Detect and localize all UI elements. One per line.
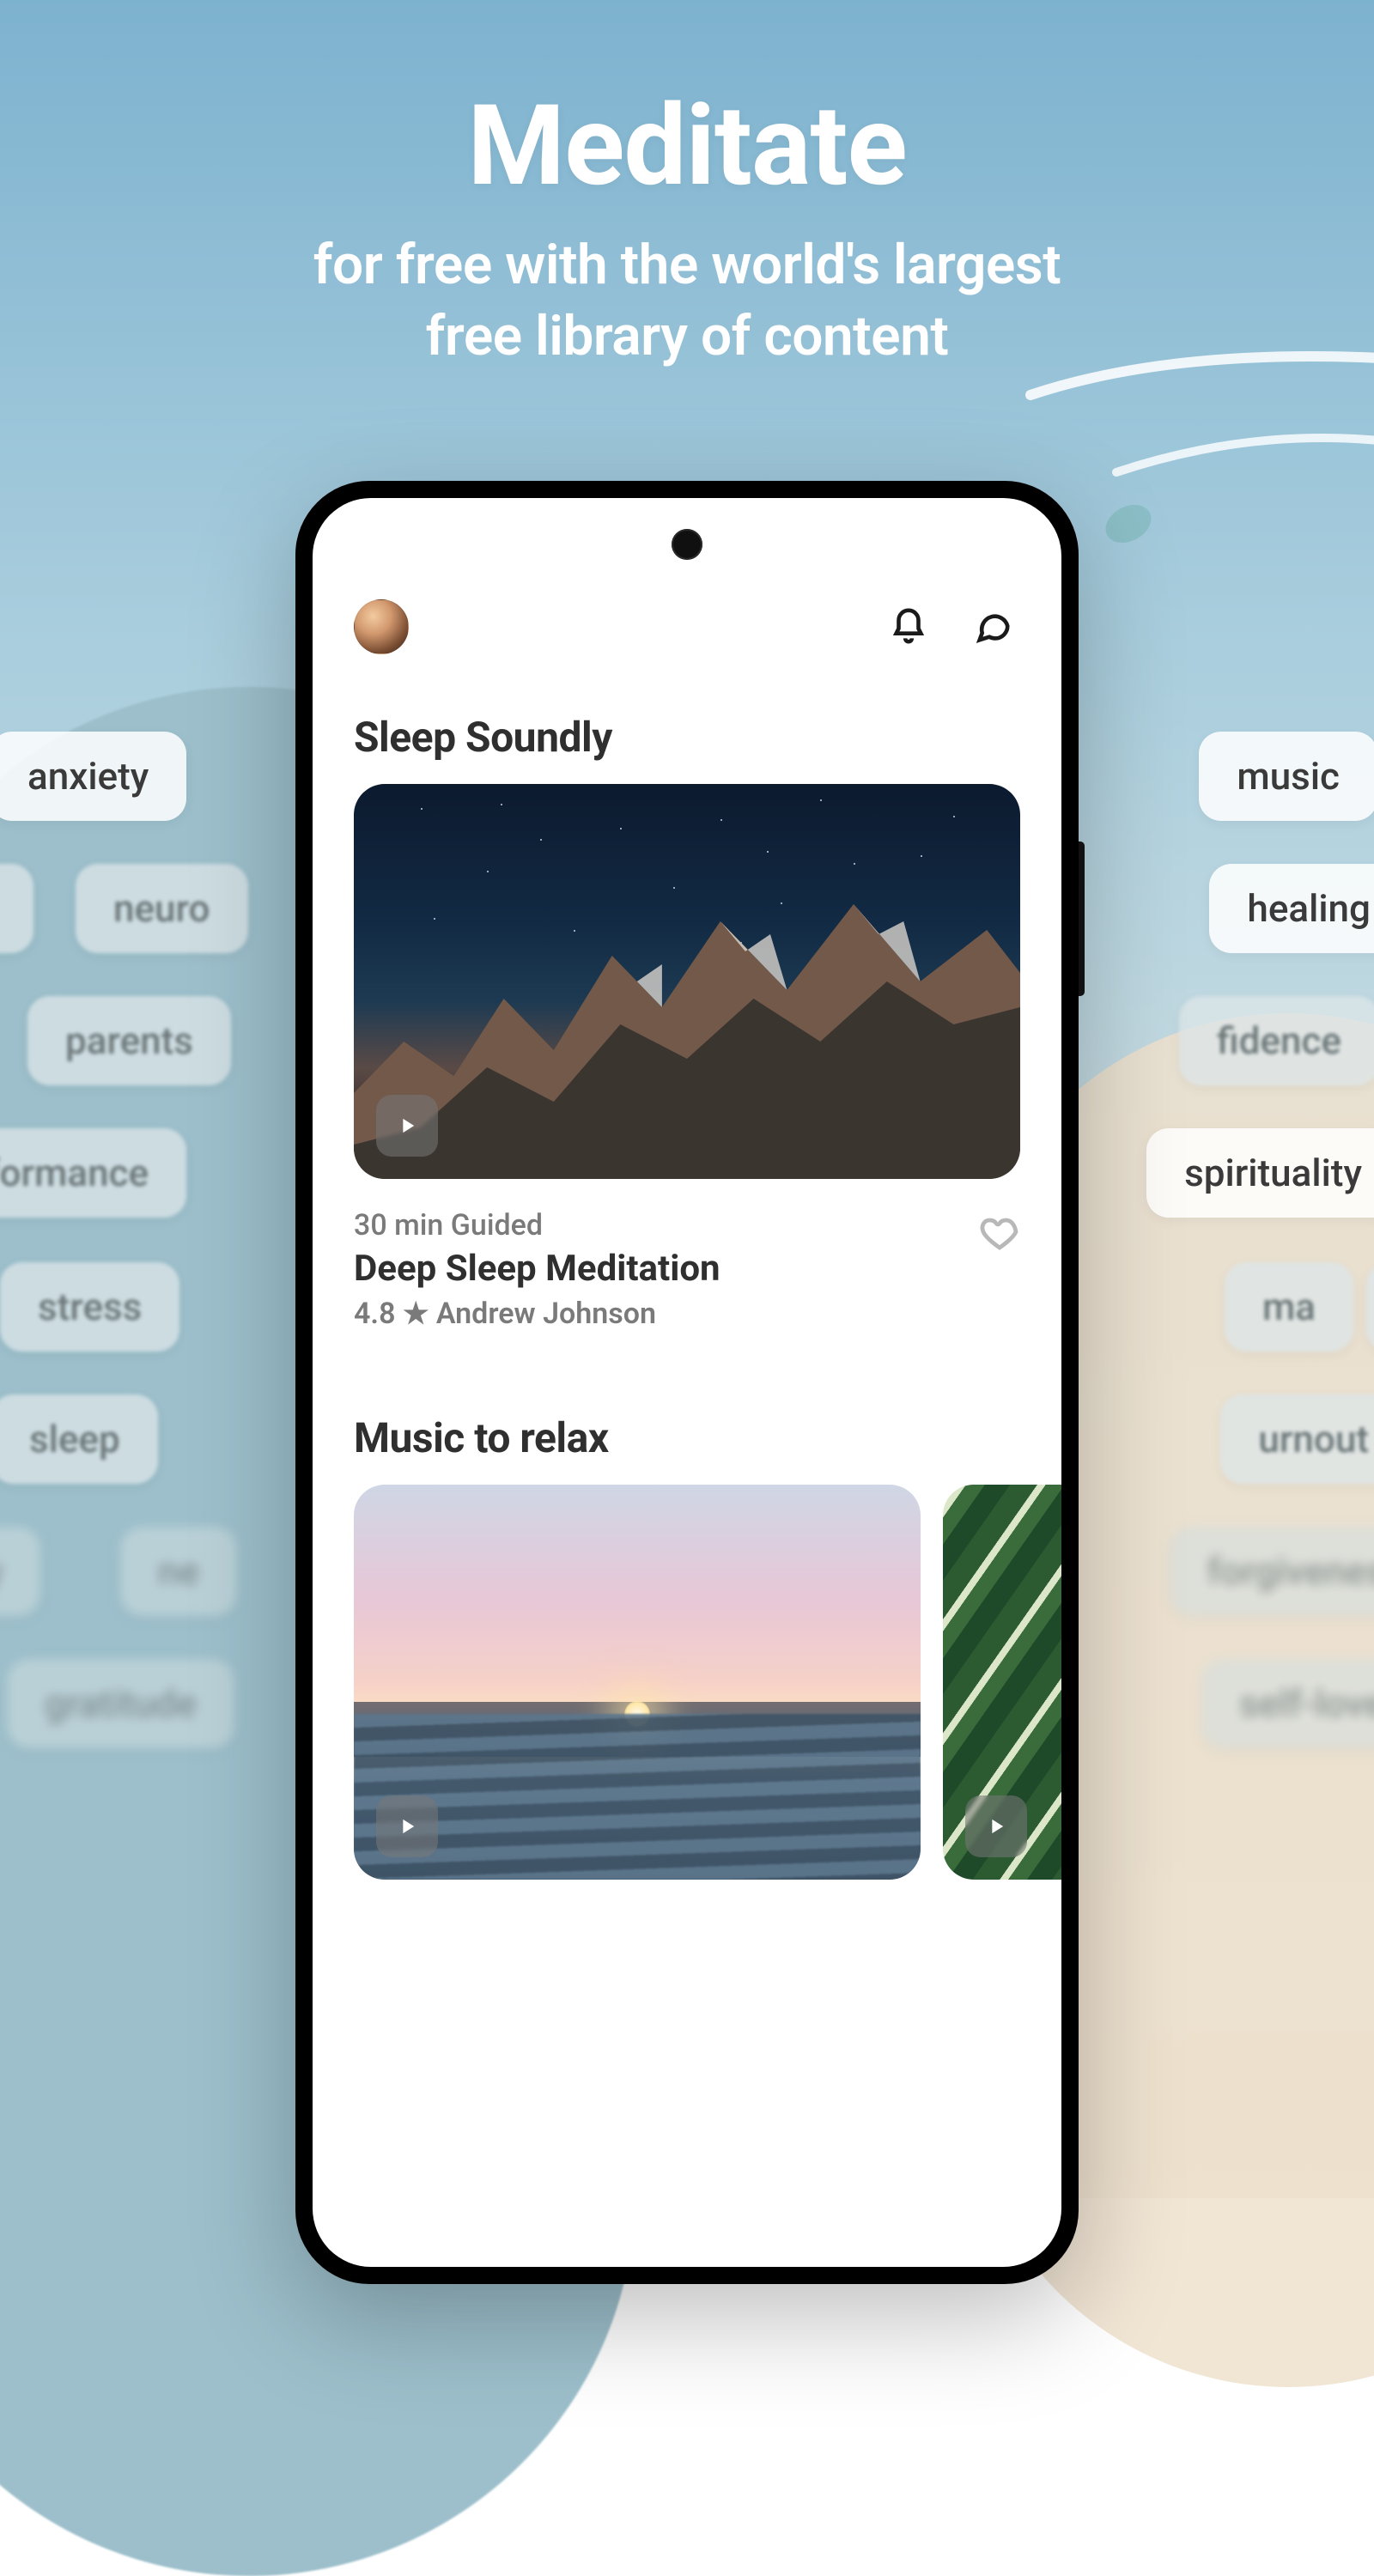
hero-duration: 30 min Guided xyxy=(354,1208,979,1242)
marketing-subtitle-line1: for free with the world's largest xyxy=(313,233,1061,297)
messages-button[interactable] xyxy=(965,599,1020,654)
hero-rating: 4.8 xyxy=(354,1297,396,1331)
notifications-button[interactable] xyxy=(881,599,936,654)
bg-tag-new: ne xyxy=(120,1527,237,1616)
chat-icon xyxy=(973,607,1012,647)
section-title-music: Music to relax xyxy=(354,1413,1020,1462)
bg-tag-s: s xyxy=(0,864,33,953)
play-icon xyxy=(395,1114,419,1138)
play-button[interactable] xyxy=(965,1795,1027,1857)
favorite-button[interactable] xyxy=(979,1212,1020,1253)
bg-tag-ity: ity xyxy=(0,1527,40,1616)
phone-frame: Sleep Soundly 30 xyxy=(295,481,1079,2284)
bg-tag-ma: ma xyxy=(1225,1262,1353,1352)
play-button[interactable] xyxy=(376,1095,438,1157)
bg-tag-anxiety: anxiety xyxy=(0,732,186,821)
music-card-1[interactable] xyxy=(354,1485,921,1880)
marketing-headline: Meditate for free with the world's large… xyxy=(0,90,1374,372)
marketing-subtitle-line2: free library of content xyxy=(426,304,949,368)
marketing-title: Meditate xyxy=(0,90,1374,202)
play-icon xyxy=(984,1814,1008,1838)
mountain-illustration xyxy=(354,784,1020,1179)
heart-icon xyxy=(979,1212,1020,1253)
waves-decoration xyxy=(354,1714,921,1880)
profile-avatar[interactable] xyxy=(354,599,409,654)
bg-tag-spirituality: spirituality xyxy=(1146,1128,1374,1218)
bg-tag-healing: healing xyxy=(1209,864,1374,953)
bg-tag-gratitude: gratitude xyxy=(7,1659,234,1748)
play-icon xyxy=(395,1814,419,1838)
section-title-sleep: Sleep Soundly xyxy=(354,713,1020,762)
bell-icon xyxy=(889,607,928,647)
music-card-2[interactable] xyxy=(943,1485,1061,1880)
hero-meta: 30 min Guided Deep Sleep Meditation 4.8 … xyxy=(354,1208,1020,1331)
bg-tag-music: music xyxy=(1199,732,1374,821)
hero-byline: 4.8 ★ Andrew Johnson xyxy=(354,1297,979,1331)
bg-tag-selflove: self-love xyxy=(1201,1659,1374,1748)
bg-tag-forgiveness: forgiveness xyxy=(1170,1527,1374,1616)
bg-tag-confidence: fidence xyxy=(1179,996,1374,1085)
bg-tag-sleep: sleep xyxy=(0,1394,158,1484)
bg-tag-neuro: neuro xyxy=(76,864,248,953)
bg-tag-stress: stress xyxy=(0,1262,179,1352)
camera-dot xyxy=(672,529,702,560)
phone-screen: Sleep Soundly 30 xyxy=(313,498,1061,2267)
bg-tag-burnout: urnout xyxy=(1220,1394,1374,1484)
app-topbar xyxy=(354,592,1020,661)
hero-author: Andrew Johnson xyxy=(436,1297,656,1331)
hero-title: Deep Sleep Meditation xyxy=(354,1248,979,1290)
play-button[interactable] xyxy=(376,1795,438,1857)
app-root: Sleep Soundly 30 xyxy=(313,498,1061,2267)
bg-tag-performance: formance xyxy=(0,1128,186,1218)
bg-tag-parents: parents xyxy=(27,996,231,1085)
bg-tag-cha: cha xyxy=(1366,1262,1374,1352)
star-icon: ★ xyxy=(403,1297,436,1331)
music-row[interactable] xyxy=(354,1485,1061,1880)
sleep-hero-card[interactable] xyxy=(354,784,1020,1179)
